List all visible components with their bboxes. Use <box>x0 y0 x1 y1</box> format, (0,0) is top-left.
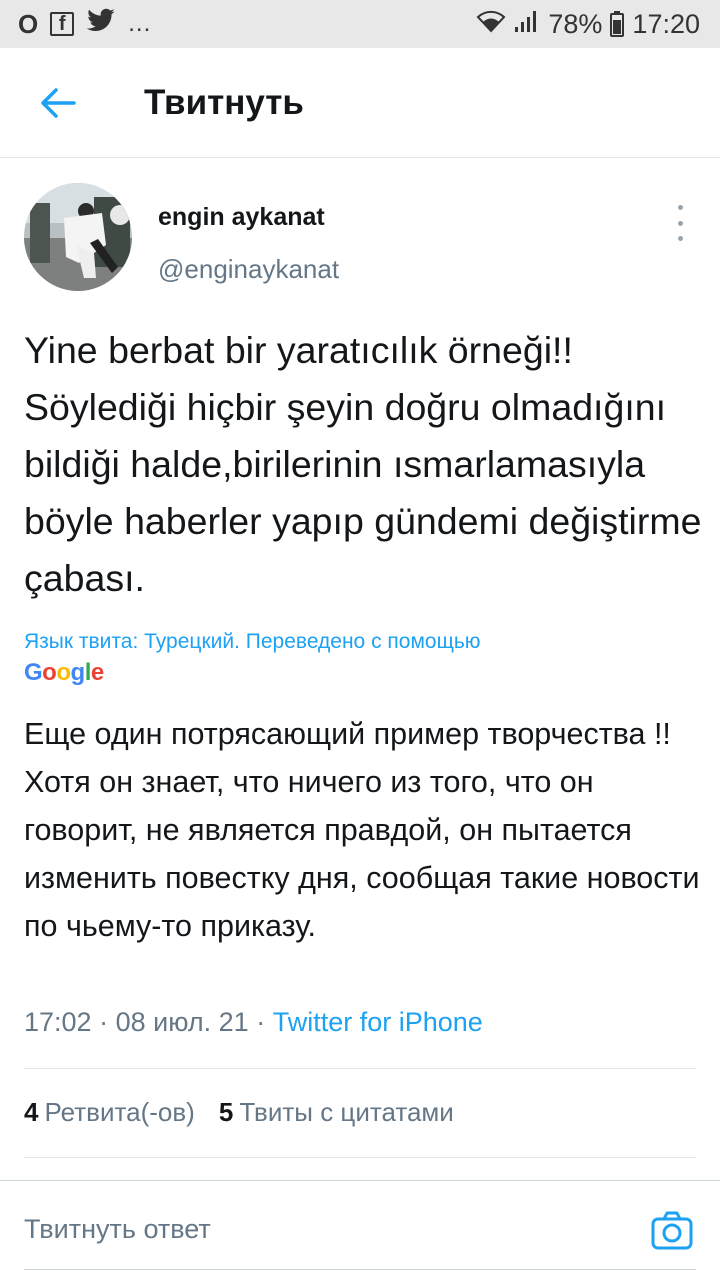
google-logo: Google <box>24 659 104 686</box>
camera-button[interactable] <box>650 1209 694 1253</box>
more-options-icon[interactable] <box>670 205 690 241</box>
reply-input[interactable]: Твитнуть ответ <box>24 1214 211 1245</box>
author-info[interactable]: engin aykanat @enginaykanat <box>158 183 339 293</box>
retweets-count: 4 <box>24 1097 39 1127</box>
reply-bar: Твитнуть ответ <box>0 1180 720 1280</box>
quotes-stat[interactable]: 5 Твиты с цитатами <box>219 1097 454 1128</box>
facebook-icon: f <box>50 12 75 36</box>
reply-underline <box>24 1269 696 1270</box>
camera-icon <box>651 1211 693 1250</box>
page-title: Твитнуть <box>144 82 304 122</box>
clock: 17:20 <box>632 8 700 39</box>
opera-icon: O <box>18 8 39 39</box>
translated-text: Еще один потрясающий пример творчества !… <box>24 717 700 943</box>
back-button[interactable] <box>28 73 88 133</box>
meta-separator: · <box>256 1007 266 1037</box>
twitter-icon <box>86 8 116 41</box>
battery-percent: 78% <box>548 8 603 39</box>
retweets-stat[interactable]: 4 Ретвита(-ов) <box>24 1097 195 1128</box>
avatar[interactable] <box>24 183 132 291</box>
translation-note: Язык твита: Турецкий. Переведено с помощ… <box>24 630 481 653</box>
tweet-time: 17:02 <box>24 1007 92 1037</box>
tweet-author: engin aykanat @enginaykanat <box>24 183 696 293</box>
divider <box>24 1157 696 1158</box>
status-bar: O f ... 78% 17:20 <box>0 0 720 48</box>
notification-icons: O f ... <box>18 8 151 41</box>
tweet-date: 08 июл. 21 <box>115 1007 249 1037</box>
system-status: 78% 17:20 <box>476 9 700 40</box>
battery-icon <box>610 11 625 37</box>
wifi-icon <box>476 9 506 40</box>
app-header: Твитнуть <box>0 48 720 158</box>
signal-icon <box>514 9 540 40</box>
author-handle[interactable]: @enginaykanat <box>158 254 339 285</box>
tweet-stats: 4 Ретвита(-ов) 5 Твиты с цитатами <box>24 1097 454 1128</box>
more-notifications: ... <box>128 10 152 37</box>
tweet-meta: 17:02 · 08 июл. 21 · Twitter for iPhone <box>24 1007 483 1038</box>
quotes-label: Твиты с цитатами <box>239 1097 454 1127</box>
meta-separator: · <box>99 1007 109 1037</box>
divider <box>24 1068 696 1069</box>
retweets-label: Ретвита(-ов) <box>44 1097 195 1127</box>
arrow-left-icon <box>41 87 76 118</box>
tweet-text: Yine berbat bir yaratıcılık örneği!! Söy… <box>24 329 702 599</box>
quotes-count: 5 <box>218 1097 234 1127</box>
author-name[interactable]: engin aykanat <box>158 203 339 232</box>
tweet-source-link[interactable]: Twitter for iPhone <box>273 1007 483 1037</box>
